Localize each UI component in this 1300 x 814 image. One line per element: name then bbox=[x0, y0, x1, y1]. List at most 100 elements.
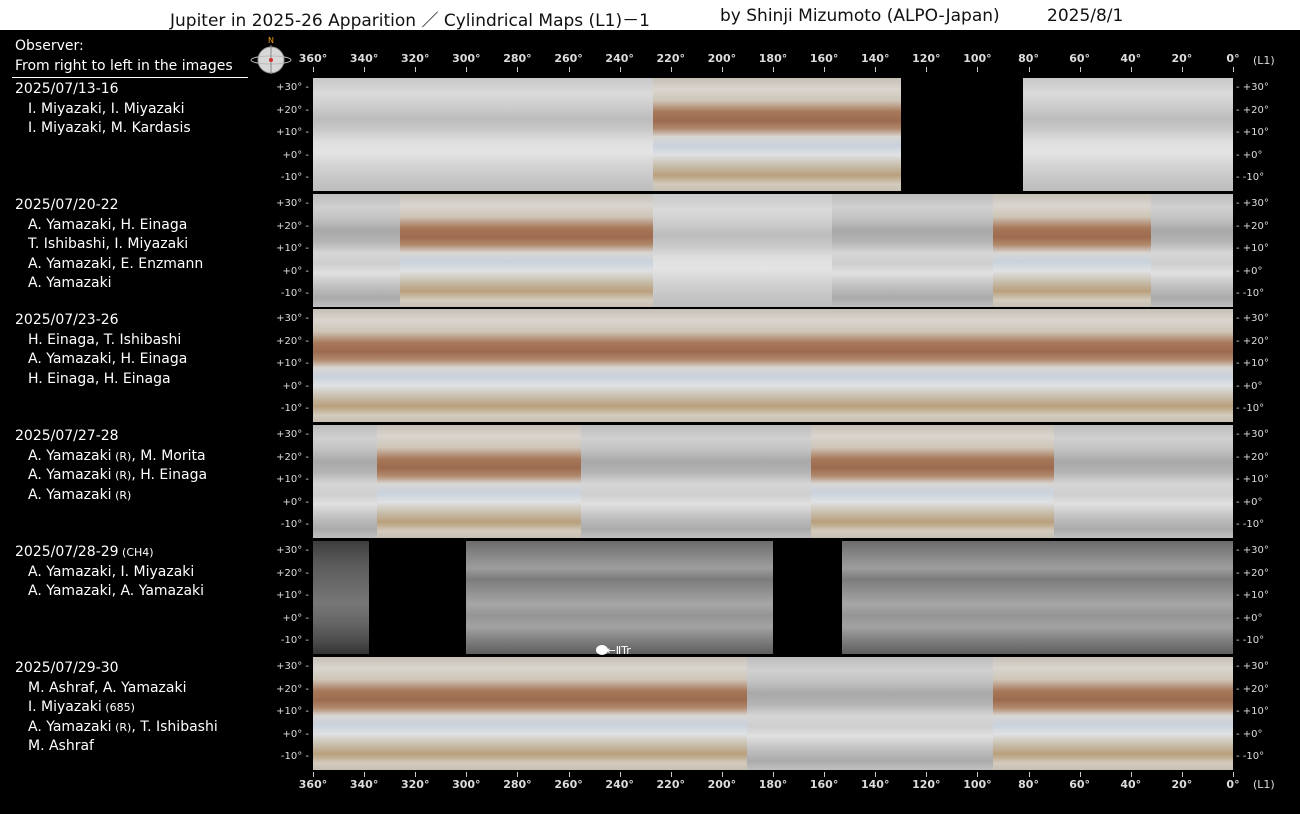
observer-filter-tag: (R) bbox=[111, 469, 132, 483]
lon-tick-mark bbox=[926, 67, 928, 72]
observer-name: H. Einaga, T. Ishibashi bbox=[28, 331, 182, 348]
observer-name-line: A. Yamazaki bbox=[15, 274, 203, 294]
lon-tick-label: 120° bbox=[912, 778, 941, 791]
lon-tick-label: 80° bbox=[1018, 778, 1039, 791]
lat-tick-right: - +0° bbox=[1236, 612, 1263, 624]
observer-name: I. Miyazaki, M. Kardasis bbox=[28, 120, 191, 137]
lon-tick-mark bbox=[721, 772, 723, 777]
lat-tick-left: +30° - bbox=[276, 661, 309, 672]
observer-name: I. Miyazaki, I. Miyazaki bbox=[28, 100, 185, 117]
map-segment bbox=[466, 78, 653, 191]
lon-tick-label: 280° bbox=[503, 778, 532, 791]
lon-tick-mark bbox=[824, 772, 826, 777]
lon-tick-mark bbox=[415, 772, 417, 777]
map-segment bbox=[376, 425, 582, 538]
lat-tick-right: - +0° bbox=[1236, 380, 1263, 392]
lat-tick-right: - +0° bbox=[1236, 149, 1263, 161]
lon-tick-mark bbox=[313, 772, 314, 777]
lat-tick-left: +20° - bbox=[276, 451, 309, 463]
observer-name: A. Yamazaki bbox=[28, 275, 112, 292]
lon-tick-mark bbox=[466, 772, 468, 777]
map-segment bbox=[1049, 309, 1233, 422]
observer-name-line: A. Yamazaki (R), H. Einaga bbox=[15, 466, 207, 486]
lon-tick-mark bbox=[1233, 67, 1234, 72]
map-segment bbox=[466, 541, 773, 654]
map-segment bbox=[645, 309, 812, 422]
map-segment bbox=[831, 194, 993, 307]
observer-block: 2025/07/28-29 (CH4) A. Yamazaki, I. Miyaz… bbox=[15, 543, 204, 602]
observer-name: A. Yamazaki, H. Einaga bbox=[28, 216, 188, 233]
lon-tick-label: 180° bbox=[758, 778, 788, 791]
lon-tick-mark bbox=[1130, 772, 1132, 777]
lon-tick-mark bbox=[1079, 67, 1081, 72]
lon-tick-label: 80° bbox=[1018, 52, 1039, 65]
lat-tick-left: +10° - bbox=[276, 706, 309, 717]
observer-name-rest: , H. Einaga bbox=[131, 467, 208, 484]
map-segment bbox=[548, 657, 748, 770]
observation-date: 2025/07/20-22 bbox=[15, 196, 203, 216]
lat-tick-right: - +10° bbox=[1236, 243, 1269, 254]
observation-date: 2025/07/13-16 bbox=[15, 80, 191, 100]
lat-tick-left: +30° - bbox=[276, 313, 309, 324]
lon-tick-label: 20° bbox=[1171, 52, 1193, 65]
observer-name-line: A. Yamazaki, A. Yamazaki bbox=[15, 582, 204, 602]
observation-date-text: 2025/07/27-28 bbox=[15, 428, 119, 444]
lon-tick-label: 60° bbox=[1069, 52, 1091, 65]
lon-tick-mark bbox=[568, 772, 570, 777]
observer-header: Observer: From right to left in the imag… bbox=[15, 36, 233, 76]
lat-tick-left: +30° - bbox=[276, 545, 309, 556]
lat-tick-left: -10° - bbox=[280, 403, 309, 414]
lon-tick-mark bbox=[313, 67, 314, 72]
lat-tick-left: +30° - bbox=[276, 82, 309, 93]
observer-name-line: A. Yamazaki, I. Miyazaki bbox=[15, 563, 204, 583]
map-segment bbox=[1023, 78, 1233, 191]
observer-name-line: T. Ishibashi, I. Miyazaki bbox=[15, 235, 203, 255]
observer-name: A. Yamazaki, I. Miyazaki bbox=[28, 563, 195, 580]
lat-tick-left: +0° - bbox=[282, 612, 309, 624]
map-segment bbox=[313, 309, 467, 422]
observation-date-filter: (CH4) bbox=[118, 546, 154, 559]
map-strip bbox=[313, 309, 1233, 422]
observer-name: A. Yamazaki bbox=[28, 486, 112, 503]
observer-name-rest: , M. Morita bbox=[131, 447, 206, 464]
lat-tick-left: +10° - bbox=[276, 243, 309, 254]
lat-tick-right: - +10° bbox=[1236, 474, 1269, 485]
title-bar: Jupiter in 2025-26 Apparition ／ Cylindri… bbox=[0, 0, 1300, 31]
lon-tick-mark bbox=[1181, 772, 1183, 777]
lat-tick-left: +0° - bbox=[282, 380, 309, 392]
lat-tick-right: - +30° bbox=[1236, 313, 1269, 324]
lon-tick-label: 200° bbox=[707, 778, 737, 791]
map-strip bbox=[313, 78, 1233, 191]
lat-tick-right: - +0° bbox=[1236, 265, 1263, 277]
lat-tick-left: +30° - bbox=[276, 198, 309, 209]
observer-name: A. Yamazaki, H. Einaga bbox=[28, 351, 188, 368]
publish-date: 2025/8/1 bbox=[1047, 6, 1124, 26]
lat-tick-right: - +20° bbox=[1236, 104, 1269, 116]
map-segment bbox=[369, 541, 467, 654]
map-segment bbox=[811, 309, 1049, 422]
lon-tick-mark bbox=[875, 67, 877, 72]
observer-filter-tag: (R) bbox=[111, 449, 132, 463]
observer-name-line: M. Ashraf, A. Yamazaki bbox=[15, 679, 218, 699]
lon-tick-label: 100° bbox=[963, 778, 992, 791]
lon-tick-mark bbox=[824, 67, 826, 72]
lat-tick-left: -10° - bbox=[280, 172, 309, 183]
observation-date-text: 2025/07/20-22 bbox=[15, 197, 119, 213]
map-segment bbox=[652, 194, 832, 307]
lon-tick-mark bbox=[670, 772, 672, 777]
observation-date: 2025/07/28-29 (CH4) bbox=[15, 543, 204, 563]
map-segment bbox=[992, 194, 1152, 307]
observation-date: 2025/07/29-30 bbox=[15, 659, 218, 679]
lon-tick-mark bbox=[517, 772, 519, 777]
map-segment bbox=[466, 309, 646, 422]
author-credit: by Shinji Mizumoto (ALPO-Japan) bbox=[720, 6, 1000, 26]
map-segment bbox=[313, 425, 377, 538]
lon-tick-label: 280° bbox=[503, 52, 532, 65]
observer-filter-tag: (R) bbox=[111, 488, 132, 502]
lon-tick-label: 340° bbox=[349, 52, 379, 65]
lon-tick-label: 40° bbox=[1120, 52, 1142, 65]
observer-name: H. Einaga, H. Einaga bbox=[28, 370, 171, 387]
map-segment bbox=[1054, 425, 1233, 538]
lon-tick-label: 140° bbox=[860, 778, 890, 791]
observer-header-line2: From right to left in the images bbox=[15, 58, 233, 74]
